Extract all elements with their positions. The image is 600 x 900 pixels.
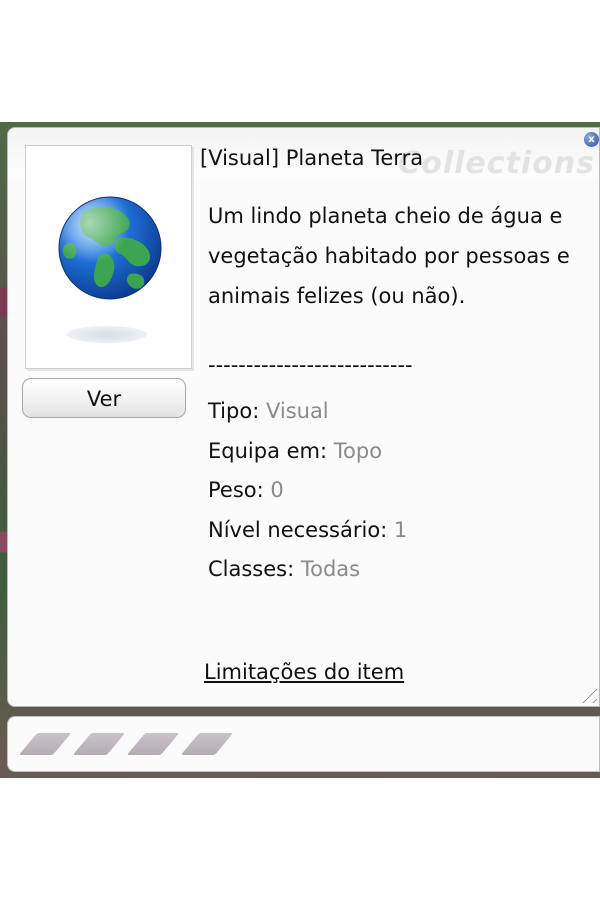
item-title: [Visual] Planeta Terra (200, 146, 424, 170)
property-value: 1 (393, 517, 408, 542)
property-required-level: Nível necessário: 1 (208, 511, 588, 551)
property-classes: Classes: Todas (208, 550, 588, 590)
item-image-frame (25, 145, 192, 369)
card-slot-icon[interactable] (18, 733, 72, 755)
property-type: Tipo: Visual (208, 392, 588, 432)
property-value: 0 (270, 478, 284, 502)
property-label: Equipa em: (208, 438, 334, 463)
card-slot-icon[interactable] (180, 733, 234, 755)
property-value: Todas (300, 557, 361, 581)
card-slot-icon[interactable] (72, 733, 126, 755)
property-value: Visual (265, 399, 329, 423)
view-button[interactable]: Ver (22, 378, 186, 418)
item-description: Um lindo planeta cheio de água e vegetaç… (208, 204, 570, 308)
property-weight: Peso: 0 (208, 471, 588, 511)
globe-shadow (67, 326, 147, 343)
resize-grip-icon[interactable] (577, 683, 597, 703)
property-equip-slot: Equipa em: Topo (208, 432, 588, 472)
property-label: Classes: (208, 557, 301, 581)
item-info-window: Collections x Ver [Visual] Planeta Terra… (7, 127, 600, 707)
card-slot-icon[interactable] (126, 733, 180, 755)
card-slot-bar (7, 716, 600, 772)
close-icon[interactable]: x (584, 132, 599, 147)
description-separator: --------------------------- (208, 353, 413, 377)
item-properties: Tipo: Visual Equipa em: Topo Peso: 0 Nív… (208, 392, 588, 590)
property-label: Peso: (208, 478, 271, 502)
property-label: Tipo: (208, 399, 266, 423)
collections-watermark: Collections (398, 146, 595, 181)
earth-globe-icon (56, 194, 164, 302)
property-value: Topo (333, 438, 383, 463)
item-limitations-link[interactable]: Limitações do item (204, 660, 404, 684)
property-label: Nível necessário: (208, 517, 394, 542)
